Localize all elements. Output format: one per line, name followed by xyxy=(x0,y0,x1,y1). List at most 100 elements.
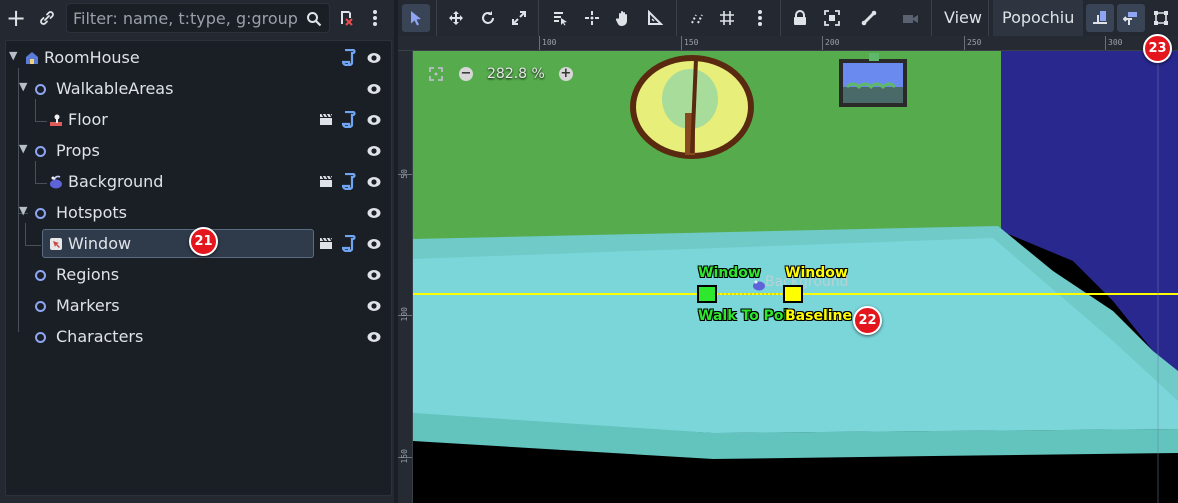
viewport-panel: View Popochiu 100 150 200 250 300 50 100… xyxy=(398,0,1178,503)
add-node-icon[interactable]: + xyxy=(3,4,29,32)
ruler-label: 200 xyxy=(825,38,840,47)
viewport-toolbar: View Popochiu xyxy=(398,0,1178,36)
visibility-eye-icon[interactable] xyxy=(367,268,381,282)
baseline-gizmo-icon[interactable] xyxy=(1086,4,1114,32)
snap-options-icon[interactable] xyxy=(746,4,774,32)
visibility-eye-icon[interactable] xyxy=(367,175,381,189)
list-select-icon[interactable] xyxy=(546,4,574,32)
chevron-down-icon[interactable]: ▼ xyxy=(19,204,27,217)
tree-item-label: Regions xyxy=(56,265,120,284)
chevron-down-icon[interactable]: ▼ xyxy=(19,80,27,93)
clapperboard-icon[interactable] xyxy=(319,237,333,250)
chevron-down-icon[interactable]: ▼ xyxy=(19,142,27,155)
script-icon[interactable] xyxy=(342,111,356,128)
popochiu-tab[interactable]: Popochiu xyxy=(993,0,1083,36)
editor-root: + Filter: name, t:type, g:group ▼ RoomHo… xyxy=(0,0,1178,503)
baseline-handle[interactable] xyxy=(783,285,803,303)
ruler-tick xyxy=(539,36,540,50)
tree-item-regions[interactable]: Regions xyxy=(6,260,391,290)
walk-to-gizmo-icon[interactable] xyxy=(1117,4,1145,32)
visibility-eye-icon[interactable] xyxy=(367,82,381,96)
toolbar-separator xyxy=(676,0,677,36)
more-options-icon[interactable] xyxy=(362,4,388,32)
clapperboard-icon[interactable] xyxy=(319,113,333,126)
walkable-area-icon xyxy=(50,114,62,126)
tree-item-label: Window xyxy=(68,234,132,253)
ruler-mode-icon[interactable] xyxy=(641,4,669,32)
visibility-eye-icon[interactable] xyxy=(367,206,381,220)
walk-to-point-handle[interactable] xyxy=(697,285,717,303)
annotation-badge: 22 xyxy=(853,306,882,335)
toolbar-separator xyxy=(931,0,932,36)
smart-snap-icon[interactable] xyxy=(683,4,711,32)
tree-item-background[interactable]: Background xyxy=(6,167,391,197)
zoom-in-button[interactable]: + xyxy=(558,67,573,81)
node-circle-icon xyxy=(35,332,46,343)
search-icon xyxy=(301,5,327,33)
select-mode-icon[interactable] xyxy=(402,4,430,32)
walk-to-point-label: Walk To Poi xyxy=(698,308,789,324)
clapperboard-icon[interactable] xyxy=(319,175,333,188)
tree-item-label: Floor xyxy=(68,110,108,129)
view-menu[interactable]: View xyxy=(944,8,982,27)
pan-mode-icon[interactable] xyxy=(609,4,637,32)
zoom-level: 282.8 % xyxy=(487,66,545,82)
tree-item-props[interactable]: ▼ Props xyxy=(6,136,391,166)
scene-tree: ▼ RoomHouse ▼ WalkableAreas Floor ▼ Prop… xyxy=(5,40,392,496)
lock-icon[interactable] xyxy=(786,4,814,32)
tree-item-walkableareas[interactable]: ▼ WalkableAreas xyxy=(6,74,391,104)
zoom-out-button[interactable]: − xyxy=(459,67,473,81)
camera-override-icon[interactable] xyxy=(896,4,924,32)
node-circle-icon xyxy=(35,208,46,219)
visibility-eye-icon[interactable] xyxy=(367,51,381,65)
tree-item-characters[interactable]: Characters xyxy=(6,322,391,352)
visibility-eye-icon[interactable] xyxy=(367,113,381,127)
ruler-label: 100 xyxy=(542,38,557,47)
tree-item-floor[interactable]: Floor xyxy=(6,105,391,135)
toolbar-separator xyxy=(436,0,437,36)
ruler-top: 100 150 200 250 300 xyxy=(398,36,1178,51)
ruler-tick xyxy=(681,36,682,50)
grid-snap-icon[interactable] xyxy=(713,4,741,32)
hotspot-icon xyxy=(50,238,62,250)
chevron-down-icon[interactable]: ▼ xyxy=(9,49,17,62)
annotation-badge: 23 xyxy=(1143,34,1172,63)
tree-item-roomhouse[interactable]: ▼ RoomHouse xyxy=(6,43,391,73)
popochiu-menu-label: Popochiu xyxy=(1002,8,1075,27)
group-icon[interactable] xyxy=(818,4,846,32)
annotation-badge: 21 xyxy=(189,227,218,256)
link-icon[interactable] xyxy=(34,4,60,32)
node-circle-icon xyxy=(35,84,46,95)
pivot-mode-icon[interactable] xyxy=(578,4,606,32)
visibility-eye-icon[interactable] xyxy=(367,144,381,158)
polygon-gizmo-icon[interactable] xyxy=(1147,4,1175,32)
node-circle-icon xyxy=(35,270,46,281)
scale-mode-icon[interactable] xyxy=(505,4,533,32)
move-mode-icon[interactable] xyxy=(442,4,470,32)
prop-pivot-icon[interactable] xyxy=(752,276,766,291)
tree-item-label: Characters xyxy=(56,327,144,346)
ruler-tick xyxy=(1105,36,1106,50)
filter-input[interactable] xyxy=(66,3,330,33)
remote-script-icon[interactable] xyxy=(333,4,359,32)
scene-toolbar: + xyxy=(0,0,394,37)
node-circle-icon xyxy=(35,146,46,157)
rotate-mode-icon[interactable] xyxy=(474,4,502,32)
ruler-label: 250 xyxy=(967,38,982,47)
zoom-reset-icon[interactable] xyxy=(429,67,443,81)
toolbar-separator xyxy=(988,0,989,36)
tree-item-label: WalkableAreas xyxy=(56,79,174,98)
scene-canvas[interactable]: − 282.8 % + Window Window Background Wal… xyxy=(413,51,1178,503)
tree-item-hotspots[interactable]: ▼ Hotspots xyxy=(6,198,391,228)
script-icon[interactable] xyxy=(342,173,356,190)
script-icon[interactable] xyxy=(342,235,356,252)
visibility-eye-icon[interactable] xyxy=(367,330,381,344)
tree-item-label: Hotspots xyxy=(56,203,127,222)
baseline-label: Baseline xyxy=(785,308,853,324)
tree-item-label: Background xyxy=(68,172,164,191)
skeleton-bone-icon[interactable] xyxy=(855,4,883,32)
tree-item-markers[interactable]: Markers xyxy=(6,291,391,321)
script-icon[interactable] xyxy=(342,49,356,66)
visibility-eye-icon[interactable] xyxy=(367,237,381,251)
visibility-eye-icon[interactable] xyxy=(367,299,381,313)
